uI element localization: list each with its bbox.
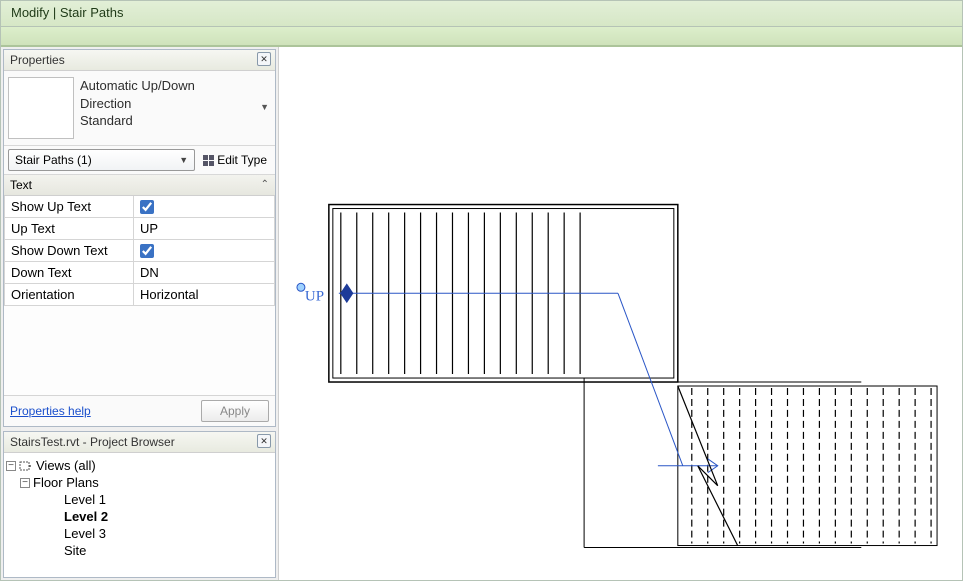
chevron-down-icon[interactable]: ▼: [260, 101, 269, 113]
tree-node-views[interactable]: − Views (all): [6, 457, 273, 474]
prop-val-orientation[interactable]: Horizontal: [134, 284, 275, 306]
grid-icon: [203, 155, 214, 166]
prop-label-show-down-text: Show Down Text: [4, 240, 134, 262]
stair-drawing: UP: [279, 47, 962, 580]
tree-node-site[interactable]: Site: [6, 542, 273, 559]
tree-node-floor-plans[interactable]: − Floor Plans: [6, 474, 273, 491]
close-icon[interactable]: ✕: [257, 434, 271, 448]
type-thumbnail: [8, 77, 74, 139]
properties-title: Properties: [10, 53, 65, 67]
prop-label-down-text: Down Text: [4, 262, 134, 284]
prop-label-orientation: Orientation: [4, 284, 134, 306]
tree-node-level-3[interactable]: Level 3: [6, 525, 273, 542]
prop-val-show-down-text[interactable]: [134, 240, 275, 262]
properties-panel: Properties ✕ Automatic Up/Down Direction…: [3, 49, 276, 427]
checkbox-show-down-text[interactable]: [140, 244, 154, 258]
views-icon: [19, 460, 33, 472]
ribbon-tab-modify-stair-paths[interactable]: Modify | Stair Paths: [1, 1, 962, 27]
prop-val-show-up-text[interactable]: [134, 196, 275, 218]
minus-icon[interactable]: −: [20, 478, 30, 488]
left-panel: Properties ✕ Automatic Up/Down Direction…: [1, 47, 279, 580]
chevron-down-icon: ▼: [179, 155, 188, 165]
prop-label-show-up-text: Show Up Text: [4, 196, 134, 218]
category-header-text[interactable]: Text ⌃: [4, 175, 275, 196]
tree-node-level-2[interactable]: Level 2: [6, 508, 273, 525]
close-icon[interactable]: ✕: [257, 52, 271, 66]
browser-title: StairsTest.rvt - Project Browser: [10, 435, 175, 449]
prop-label-up-text: Up Text: [4, 218, 134, 240]
family-selector-label: Stair Paths (1): [15, 153, 92, 167]
apply-button[interactable]: Apply: [201, 400, 269, 422]
ribbon-strip: [1, 27, 962, 47]
project-browser-tree[interactable]: − Views (all) − Floor Plans Level 1 Leve…: [4, 453, 275, 577]
minus-icon[interactable]: −: [6, 461, 16, 471]
stair-path-text: UP: [305, 288, 324, 304]
collapse-icon[interactable]: ⌃: [261, 179, 269, 190]
properties-grid: Show Up Text Up Text UP Show Down Text D…: [4, 196, 275, 306]
browser-title-bar[interactable]: StairsTest.rvt - Project Browser ✕: [4, 432, 275, 453]
properties-help-link[interactable]: Properties help: [10, 404, 91, 418]
prop-val-up-text[interactable]: UP: [134, 218, 275, 240]
type-name: Automatic Up/Down Direction Standard ▼: [80, 77, 271, 130]
project-browser-panel: StairsTest.rvt - Project Browser ✕ − Vie…: [3, 431, 276, 578]
drawing-canvas[interactable]: UP: [279, 47, 962, 580]
ribbon-tab-label: Modify | Stair Paths: [11, 5, 123, 20]
tree-node-level-1[interactable]: Level 1: [6, 491, 273, 508]
prop-val-down-text[interactable]: DN: [134, 262, 275, 284]
checkbox-show-up-text[interactable]: [140, 200, 154, 214]
type-selector[interactable]: Automatic Up/Down Direction Standard ▼: [4, 71, 275, 146]
edit-type-button[interactable]: Edit Type: [199, 151, 271, 169]
family-instance-selector[interactable]: Stair Paths (1) ▼: [8, 149, 195, 171]
properties-title-bar[interactable]: Properties ✕: [4, 50, 275, 71]
